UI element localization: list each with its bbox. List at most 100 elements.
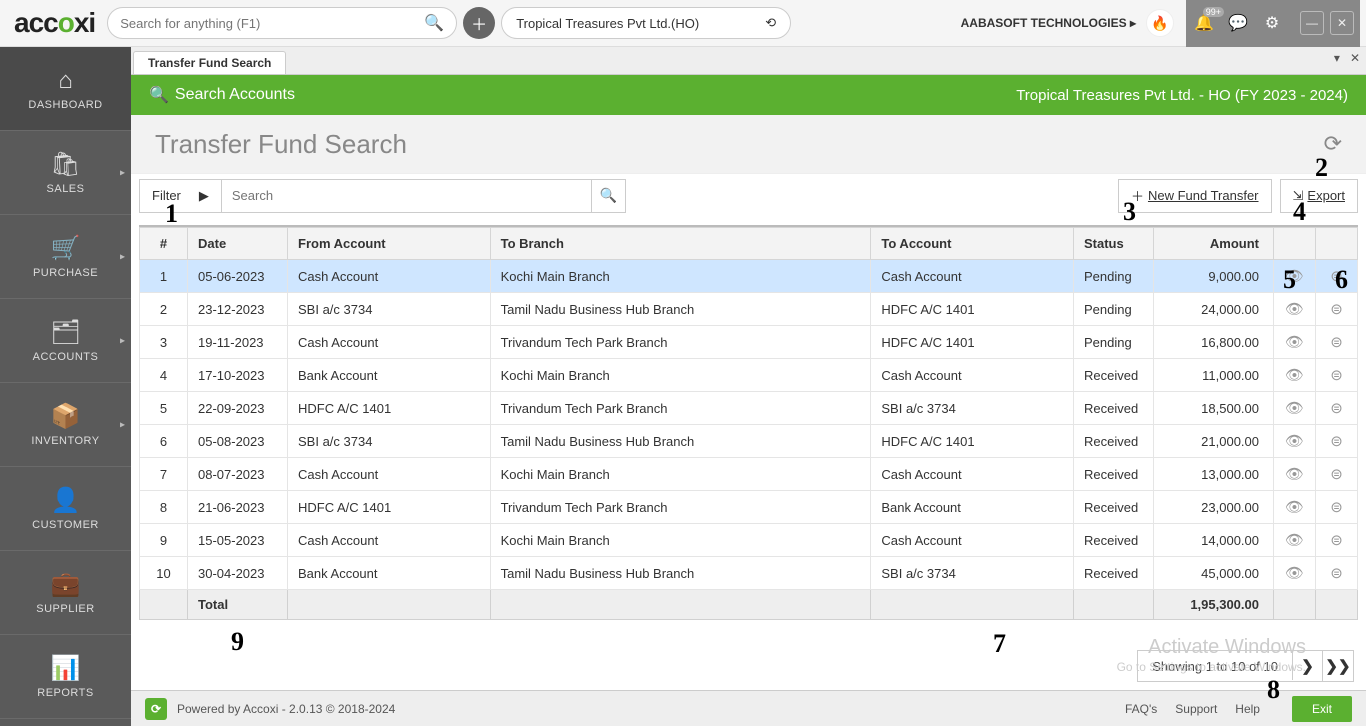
green-header: 🔍 Search Accounts Tropical Treasures Pvt… [131,75,1366,115]
view-icon[interactable]: 👁 [1274,293,1316,326]
view-icon[interactable]: 👁 [1274,491,1316,524]
main-area: Transfer Fund Search ▾ ✕ 🔍 Search Accoun… [131,47,1366,726]
sidebar-item-accounts[interactable]: 🗂ACCOUNTS▸ [0,299,131,383]
view-icon[interactable]: 👁 [1274,326,1316,359]
title-row: Transfer Fund Search ⟳ [131,115,1366,173]
row-menu-icon[interactable]: ⊜ [1316,326,1358,359]
supplier-icon: 💼 [51,570,81,599]
gear-icon[interactable]: ⚙ [1260,13,1284,33]
inventory-icon: 📦 [51,402,81,431]
sidebar-item-customer[interactable]: 👤CUSTOMER [0,467,131,551]
bell-icon[interactable]: 🔔99+ [1192,13,1216,33]
table-row[interactable]: 6 05-08-2023 SBI a/c 3734 Tamil Nadu Bus… [140,425,1358,458]
view-icon[interactable]: 👁 [1274,557,1316,590]
table-row[interactable]: 10 30-04-2023 Bank Account Tamil Nadu Bu… [140,557,1358,590]
fy-label: Tropical Treasures Pvt Ltd. - HO (FY 202… [1016,87,1348,104]
table-search-button[interactable]: 🔍 [592,179,626,213]
table-row[interactable]: 4 17-10-2023 Bank Account Kochi Main Bra… [140,359,1358,392]
search-icon[interactable]: 🔍 [424,13,444,33]
view-icon[interactable]: 👁 [1274,392,1316,425]
row-menu-icon[interactable]: ⊜ [1316,392,1358,425]
exit-button[interactable]: Exit [1292,696,1352,722]
total-amount: 1,95,300.00 [1154,590,1274,620]
sidebar-item-dashboard[interactable]: ⌂DASHBOARD [0,47,131,131]
tab-transfer-fund[interactable]: Transfer Fund Search [133,51,286,74]
view-icon[interactable]: 👁 [1274,260,1316,293]
system-tools: 🔔99+ 💬 ⚙ — ✕ [1186,0,1360,47]
row-menu-icon[interactable]: ⊜ [1316,458,1358,491]
row-menu-icon[interactable]: ⊜ [1316,359,1358,392]
view-icon[interactable]: 👁 [1274,359,1316,392]
row-menu-icon[interactable]: ⊜ [1316,425,1358,458]
col-date[interactable]: Date [188,228,288,260]
refresh-icon[interactable]: ⟳ [1324,131,1342,157]
row-menu-icon[interactable]: ⊜ [1316,260,1358,293]
page-title: Transfer Fund Search [155,129,407,160]
view-icon[interactable]: 👁 [1274,524,1316,557]
faq-link[interactable]: FAQ's [1125,702,1157,716]
sales-icon: 🛍 [50,150,80,179]
sidebar-item-supplier[interactable]: 💼SUPPLIER [0,551,131,635]
tab-dropdown-icon[interactable]: ▾ [1334,51,1340,65]
total-row: Total 1,95,300.00 [140,590,1358,620]
col-from[interactable]: From Account [288,228,491,260]
col-to[interactable]: To Account [871,228,1074,260]
minimize-icon[interactable]: — [1300,11,1324,35]
row-menu-icon[interactable]: ⊜ [1316,557,1358,590]
table-row[interactable]: 3 19-11-2023 Cash Account Trivandum Tech… [140,326,1358,359]
row-menu-icon[interactable]: ⊜ [1316,293,1358,326]
org-selector[interactable]: Tropical Treasures Pvt Ltd.(HO) ⟲ [501,7,791,39]
col-num[interactable]: # [140,228,188,260]
filter-button[interactable]: Filter ▶ [139,179,222,213]
sidebar-item-inventory[interactable]: 📦INVENTORY▸ [0,383,131,467]
chat-icon[interactable]: 💬 [1226,13,1250,33]
green-title: Search Accounts [175,86,295,104]
dashboard-icon: ⌂ [58,67,73,95]
export-button[interactable]: ⇲ Export [1280,179,1358,213]
col-amount[interactable]: Amount [1154,228,1274,260]
topbar: accoxi 🔍 ＋ Tropical Treasures Pvt Ltd.(H… [0,0,1366,47]
table-row[interactable]: 5 22-09-2023 HDFC A/C 1401 Trivandum Tec… [140,392,1358,425]
chevron-right-icon: ▸ [120,335,125,346]
tabbar: Transfer Fund Search ▾ ✕ [131,47,1366,75]
accounts-icon: 🗂 [50,318,80,347]
table-row[interactable]: 2 23-12-2023 SBI a/c 3734 Tamil Nadu Bus… [140,293,1358,326]
global-search[interactable]: 🔍 [107,7,457,39]
tab-close-icon[interactable]: ✕ [1350,51,1360,65]
col-branch[interactable]: To Branch [490,228,871,260]
plus-icon: ＋ [1131,186,1144,205]
table-row[interactable]: 1 05-06-2023 Cash Account Kochi Main Bra… [140,260,1358,293]
table-row[interactable]: 7 08-07-2023 Cash Account Kochi Main Bra… [140,458,1358,491]
pager-info: Showing 1 to 10 of 10 [1138,653,1293,680]
col-status[interactable]: Status [1074,228,1154,260]
add-button[interactable]: ＋ [463,7,495,39]
row-menu-icon[interactable]: ⊜ [1316,524,1358,557]
total-label: Total [188,590,288,620]
sidebar-item-purchase[interactable]: 🛒PURCHASE▸ [0,215,131,299]
view-icon[interactable]: 👁 [1274,458,1316,491]
table-row[interactable]: 8 21-06-2023 HDFC A/C 1401 Trivandum Tec… [140,491,1358,524]
pager-last[interactable]: ❯❯ [1323,651,1353,681]
fire-icon[interactable]: 🔥 [1146,9,1174,37]
support-link[interactable]: Support [1175,702,1217,716]
row-menu-icon[interactable]: ⊜ [1316,491,1358,524]
view-icon[interactable]: 👁 [1274,425,1316,458]
global-search-input[interactable] [120,16,424,31]
purchase-icon: 🛒 [51,234,81,263]
new-fund-transfer-button[interactable]: ＋ New Fund Transfer [1118,179,1272,213]
close-icon[interactable]: ✕ [1330,11,1354,35]
search-icon: 🔍 [149,85,169,105]
help-link[interactable]: Help [1235,702,1260,716]
col-menu [1316,228,1358,260]
footer-text: Powered by Accoxi - 2.0.13 © 2018-2024 [177,702,395,716]
chevron-right-icon: ▸ [120,251,125,262]
sidebar-item-sales[interactable]: 🛍SALES▸ [0,131,131,215]
table-row[interactable]: 9 15-05-2023 Cash Account Kochi Main Bra… [140,524,1358,557]
pager: Showing 1 to 10 of 10 ❯ ❯❯ [1137,650,1354,682]
pager-next[interactable]: ❯ [1293,651,1323,681]
org-name: Tropical Treasures Pvt Ltd.(HO) [516,16,699,31]
table-search-input[interactable] [222,179,592,213]
sync-icon[interactable]: ⟲ [765,15,776,31]
user-name[interactable]: AABASOFT TECHNOLOGIES ▸ [961,16,1136,30]
sidebar-item-reports[interactable]: 📊REPORTS [0,635,131,719]
